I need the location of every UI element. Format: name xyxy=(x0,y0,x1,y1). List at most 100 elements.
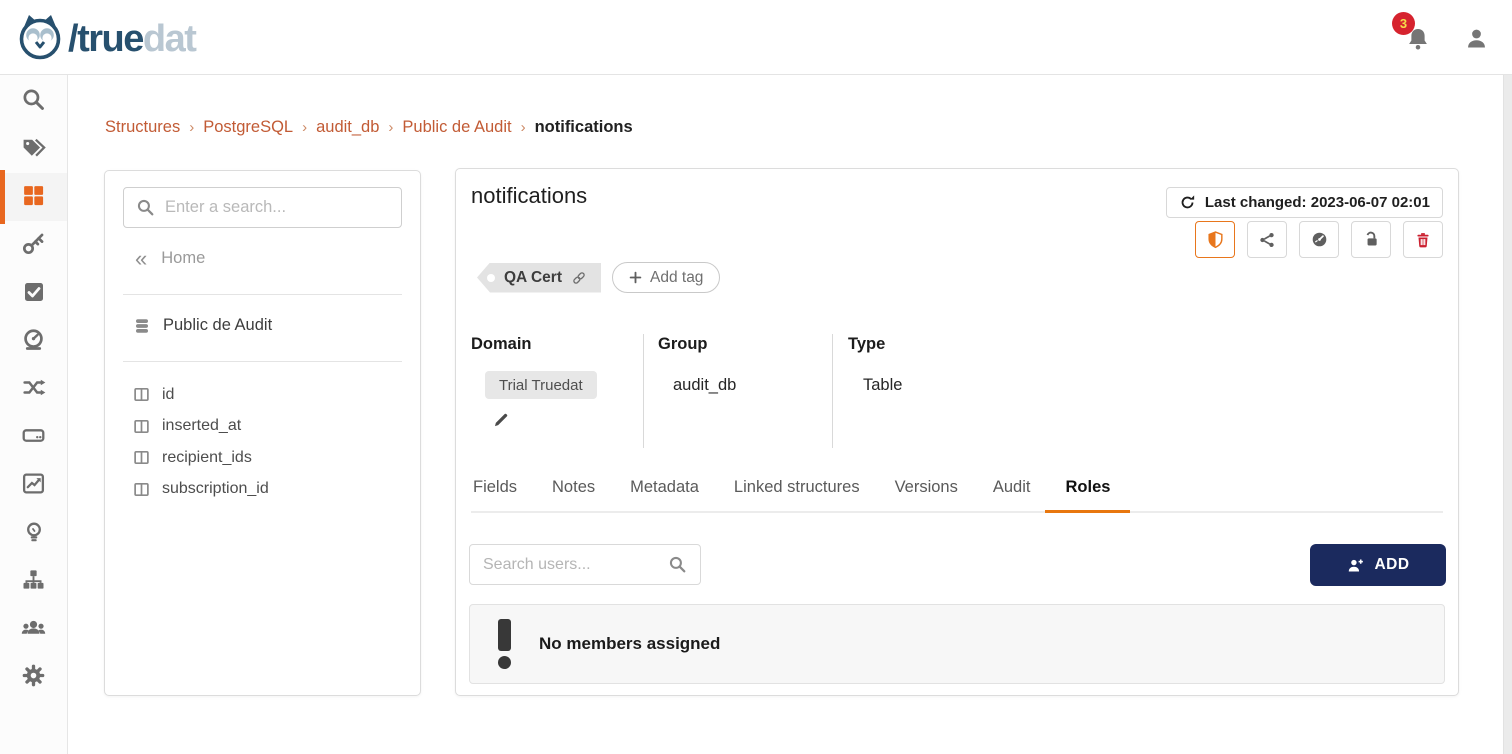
field-label: subscription_id xyxy=(162,480,269,498)
tree-search-box xyxy=(123,187,402,228)
gauge-icon xyxy=(1310,230,1329,249)
link-icon xyxy=(571,270,587,286)
field-item-subscription-id[interactable]: subscription_id xyxy=(133,474,410,506)
field-label: inserted_at xyxy=(162,417,241,435)
detail-tabs: Fields Notes Metadata Linked structures … xyxy=(471,472,1443,513)
domain-label: Domain xyxy=(471,335,532,354)
chevron-right-icon: › xyxy=(521,119,526,136)
sidebar-item-insights[interactable] xyxy=(0,509,67,557)
field-item-recipient-ids[interactable]: recipient_ids xyxy=(133,442,410,474)
divider xyxy=(123,361,402,362)
breadcrumb-system[interactable]: PostgreSQL xyxy=(203,118,293,137)
breadcrumb-current: notifications xyxy=(535,118,633,137)
field-item-id[interactable]: id xyxy=(133,379,410,411)
sidebar-item-settings[interactable] xyxy=(0,653,67,701)
tab-linked-structures[interactable]: Linked structures xyxy=(734,472,860,513)
sidebar-item-groups[interactable] xyxy=(0,605,67,653)
structure-tag[interactable]: QA Cert xyxy=(477,263,601,293)
tags-icon xyxy=(21,135,46,163)
chevron-right-icon: › xyxy=(189,119,194,136)
tab-versions[interactable]: Versions xyxy=(895,472,958,513)
sidebar-item-quality[interactable] xyxy=(0,317,67,365)
user-search-box xyxy=(469,544,701,585)
unlock-button[interactable] xyxy=(1351,221,1391,258)
edit-domain-button[interactable] xyxy=(492,411,510,429)
plus-icon xyxy=(629,271,642,284)
field-item-inserted-at[interactable]: inserted_at xyxy=(133,411,410,443)
add-member-label: ADD xyxy=(1374,556,1409,574)
share-button[interactable] xyxy=(1247,221,1287,258)
gauge-icon xyxy=(21,327,46,355)
breadcrumb-structures[interactable]: Structures xyxy=(105,118,180,137)
tag-hole xyxy=(487,274,495,282)
add-tag-label: Add tag xyxy=(650,269,703,287)
sidebar-rail xyxy=(0,75,68,754)
key-icon xyxy=(21,231,46,259)
add-member-button[interactable]: ADD xyxy=(1310,544,1446,586)
tree-parent-label: Public de Audit xyxy=(163,316,272,335)
tree-search-input[interactable] xyxy=(165,198,389,217)
last-changed-button[interactable]: Last changed: 2023-06-07 02:01 xyxy=(1166,187,1443,218)
pencil-icon xyxy=(492,411,510,429)
notifications-bell-button[interactable]: 3 xyxy=(1400,22,1436,58)
breadcrumb-database[interactable]: audit_db xyxy=(316,118,379,137)
home-label: Home xyxy=(161,249,205,268)
app-window: /truedat 3 xyxy=(0,0,1512,754)
quality-gauge-button[interactable] xyxy=(1299,221,1339,258)
divider xyxy=(643,334,644,448)
tree-parent-item[interactable]: Public de Audit xyxy=(133,316,272,335)
sidebar-item-lineage[interactable] xyxy=(0,365,67,413)
structure-detail-panel: notifications Last changed: 2023-06-07 0… xyxy=(455,168,1459,696)
search-icon xyxy=(668,555,687,574)
user-search-input[interactable] xyxy=(483,556,660,574)
unlock-icon xyxy=(1362,230,1381,249)
sidebar-item-sources[interactable] xyxy=(0,413,67,461)
type-label: Type xyxy=(848,335,885,354)
tab-roles[interactable]: Roles xyxy=(1045,472,1130,513)
shield-icon xyxy=(1206,230,1225,249)
user-plus-icon xyxy=(1346,556,1365,575)
gear-icon xyxy=(21,663,46,691)
sitemap-icon xyxy=(21,567,46,595)
sidebar-item-permissions[interactable] xyxy=(0,221,67,269)
user-icon xyxy=(1463,40,1490,55)
brand-wordmark: /truedat xyxy=(68,18,195,61)
truedat-logo[interactable]: /truedat xyxy=(14,11,195,68)
chevron-right-icon: › xyxy=(388,119,393,136)
type-value: Table xyxy=(863,376,902,395)
double-chevron-left-icon: « xyxy=(135,250,147,268)
grid-icon xyxy=(21,183,46,211)
structure-actions xyxy=(1195,221,1443,258)
app-header: /truedat 3 xyxy=(0,0,1512,75)
users-icon xyxy=(20,614,47,644)
user-menu-button[interactable] xyxy=(1458,22,1494,58)
group-label: Group xyxy=(658,335,708,354)
page-title: notifications xyxy=(471,183,587,209)
delete-button[interactable] xyxy=(1403,221,1443,258)
hard-drive-icon xyxy=(21,423,46,451)
sidebar-item-taxonomy[interactable] xyxy=(0,557,67,605)
breadcrumb-schema[interactable]: Public de Audit xyxy=(402,118,511,137)
scrollbar-track[interactable] xyxy=(1503,75,1512,754)
sidebar-item-tags[interactable] xyxy=(0,125,67,173)
sidebar-item-structures[interactable] xyxy=(0,173,67,221)
shuffle-icon xyxy=(21,375,46,403)
tree-home-link[interactable]: « Home xyxy=(135,249,205,268)
domain-value-button[interactable]: Trial Truedat xyxy=(485,371,597,399)
permissions-shield-button[interactable] xyxy=(1195,221,1235,258)
tab-audit[interactable]: Audit xyxy=(993,472,1031,513)
refresh-icon xyxy=(1179,194,1196,211)
divider xyxy=(123,294,402,295)
tab-metadata[interactable]: Metadata xyxy=(630,472,699,513)
field-label: id xyxy=(162,386,174,404)
add-tag-button[interactable]: Add tag xyxy=(612,262,720,293)
divider xyxy=(832,334,833,448)
tab-notes[interactable]: Notes xyxy=(552,472,595,513)
search-icon xyxy=(136,198,155,217)
share-icon xyxy=(1258,231,1276,249)
sidebar-item-search[interactable] xyxy=(0,77,67,125)
sidebar-item-tasks[interactable] xyxy=(0,269,67,317)
sidebar-item-dashboards[interactable] xyxy=(0,461,67,509)
tab-fields[interactable]: Fields xyxy=(473,472,517,513)
chart-line-icon xyxy=(21,471,46,499)
